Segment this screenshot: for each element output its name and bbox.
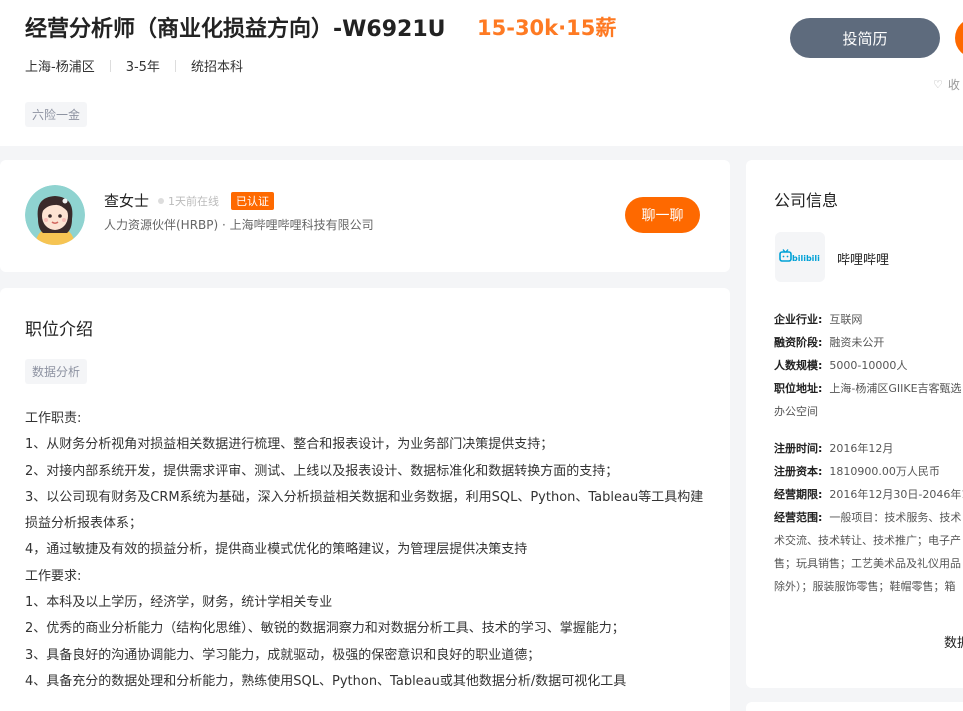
job-meta: 上海-杨浦区 3-5年 统招本科 bbox=[25, 56, 243, 75]
company-details: 企业行业: 互联网 融资阶段: 融资未公开 人数规模: 5000-10000人 职位地… bbox=[774, 308, 963, 598]
recruiter-description: 人力资源伙伴(HRBP) · 上海哔哩哔哩科技有限公司 bbox=[104, 218, 374, 232]
company-info-title: 公司信息 bbox=[774, 191, 839, 210]
job-location: 上海-杨浦区 bbox=[25, 60, 95, 75]
welfare-tag: 六险一金 bbox=[25, 102, 88, 127]
job-header: 经营分析师（商业化损益方向）-W6921U 15-30k·15薪 上海-杨浦区 … bbox=[0, 0, 963, 146]
company-logo[interactable]: bilibili bbox=[775, 232, 825, 282]
company-data-link[interactable]: 数据 bbox=[944, 632, 963, 651]
company-industry: 互联网 bbox=[829, 313, 863, 326]
company-size-row: 人数规模: 5000-10000人 bbox=[774, 359, 908, 372]
desc-line: 3、以公司现有财务及CRM系统为基础，深入分析损益相关数据和业务数据，利用SQL… bbox=[25, 489, 704, 505]
reg-capital: 1810900.00万人民币 bbox=[829, 465, 940, 478]
meta-divider bbox=[109, 59, 111, 72]
job-title: 经营分析师（商业化损益方向）-W6921U bbox=[25, 17, 446, 42]
company-size: 5000-10000人 bbox=[829, 359, 908, 372]
collect-label: 收 bbox=[947, 78, 960, 92]
company-logo-text: bilibili bbox=[792, 254, 820, 263]
desc-line: 2、对接内部系统开发，提供需求评审、测试、上线以及报表设计、数据标准化和数据转换… bbox=[25, 463, 619, 479]
recruiter-avatar[interactable] bbox=[25, 185, 85, 245]
company-name[interactable]: 哔哩哔哩 bbox=[837, 249, 889, 268]
business-scope-line: 除外）；服装服饰零售；鞋帽零售；箱 bbox=[774, 580, 956, 593]
job-description-title: 职位介绍 bbox=[25, 320, 93, 340]
desc-line: 工作要求: bbox=[25, 568, 82, 584]
start-chat-button[interactable] bbox=[955, 18, 963, 58]
job-experience: 3-5年 bbox=[125, 60, 160, 75]
chat-button[interactable]: 聊一聊 bbox=[625, 197, 700, 233]
desc-line: 2、优秀的商业分析能力（结构化思维）、敏锐的数据洞察力和对数据分析工具、技术的学… bbox=[25, 621, 625, 637]
business-term-row: 经营期限: 2016年12月30日-2046年1 bbox=[774, 483, 963, 506]
job-salary: 15-30k·15薪 bbox=[477, 16, 617, 40]
next-card bbox=[746, 702, 963, 711]
desc-line: 工作职责: bbox=[25, 411, 82, 426]
desc-line: 4，通过敏捷及有效的损益分析，提供商业模式优化的策略建议，为管理层提供决策支持 bbox=[25, 542, 528, 558]
recruiter-card: 查女士 1天前在线 已认证 人力资源伙伴(HRBP) · 上海哔哩哔哩科技有限公… bbox=[0, 160, 730, 272]
desc-line: 1、本科及以上学历，经济学，财务，统计学相关专业 bbox=[25, 595, 333, 611]
company-funding: 融资未公开 bbox=[829, 336, 885, 349]
desc-line: 3、具备良好的沟通协调能力、学习能力，成就驱动，极强的保密意识和良好的职业道德； bbox=[25, 647, 541, 663]
meta-divider bbox=[174, 59, 176, 72]
company-industry-row: 企业行业: 互联网 bbox=[774, 313, 863, 326]
company-address-cont: 办公空间 bbox=[774, 405, 818, 418]
collect-button[interactable]: ♡ 收 bbox=[933, 76, 960, 93]
desc-line: 损益分析报表体系； bbox=[25, 516, 143, 532]
verified-badge: 已认证 bbox=[231, 191, 275, 210]
job-description-text: 工作职责: 1、从财务分析视角对损益相关数据进行梳理、整合和报表设计，为业务部门… bbox=[25, 406, 715, 695]
skill-tag: 数据分析 bbox=[25, 359, 88, 384]
business-scope-row: 经营范围: 一般项目：技术服务、技术 bbox=[774, 511, 962, 524]
recruiter-name-row: 查女士 1天前在线 已认证 bbox=[104, 190, 275, 211]
desc-line: 4、具备充分的数据处理和分析能力，熟练使用SQL、Python、Tableau或… bbox=[25, 673, 627, 689]
recruiter-online-status: 1天前在线 bbox=[168, 194, 220, 208]
heart-icon: ♡ bbox=[933, 78, 943, 91]
reg-capital-row: 注册资本: 1810900.00万人民币 bbox=[774, 465, 940, 478]
company-address: 上海-杨浦区GIIKE吉客甄选 bbox=[829, 382, 962, 395]
business-scope-line: 售；玩具销售；工艺美术品及礼仪用品 bbox=[774, 557, 961, 570]
reg-time-row: 注册时间: 2016年12月 bbox=[774, 442, 894, 455]
company-address-row: 职位地址: 上海-杨浦区GIIKE吉客甄选 bbox=[774, 382, 962, 395]
business-term: 2016年12月30日-2046年1 bbox=[829, 488, 963, 501]
apply-resume-button[interactable]: 投简历 bbox=[790, 18, 940, 58]
job-education: 统招本科 bbox=[190, 60, 243, 75]
business-scope-line: 术交流、技术转让、技术推广；电子产 bbox=[774, 534, 961, 547]
company-funding-row: 融资阶段: 融资未公开 bbox=[774, 336, 885, 349]
desc-line: 1、从财务分析视角对损益相关数据进行梳理、整合和报表设计，为业务部门决策提供支持… bbox=[25, 437, 554, 453]
recruiter-name: 查女士 bbox=[104, 192, 150, 210]
company-info-card: 公司信息 bilibili 哔哩哔哩 企业行业: 互联网 融资阶段: 融资未公开 人… bbox=[746, 160, 963, 688]
online-status-dot bbox=[158, 197, 165, 204]
business-scope: 一般项目：技术服务、技术 bbox=[829, 511, 962, 524]
reg-time: 2016年12月 bbox=[829, 442, 894, 455]
job-description-card: 职位介绍 数据分析 工作职责: 1、从财务分析视角对损益相关数据进行梳理、整合和… bbox=[0, 288, 730, 711]
